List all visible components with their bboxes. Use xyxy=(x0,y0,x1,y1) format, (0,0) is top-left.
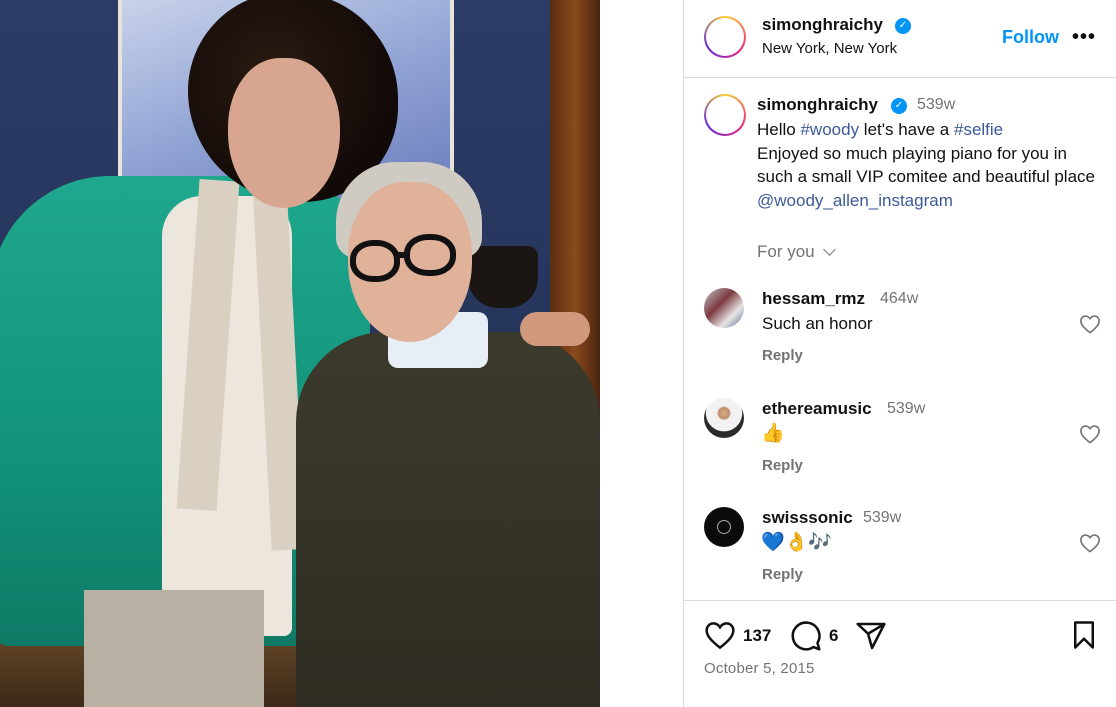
mention-woody-allen[interactable]: @woody_allen_instagram xyxy=(757,191,953,210)
caption-age[interactable]: 539w xyxy=(917,96,955,114)
hashtag-selfie[interactable]: #selfie xyxy=(954,120,1003,139)
comment-age[interactable]: 539w xyxy=(887,400,925,418)
person-left-hand xyxy=(520,312,590,346)
caption-author-username[interactable]: simonghraichy xyxy=(757,95,878,115)
hashtag-woody[interactable]: #woody xyxy=(800,120,859,139)
like-heart-icon[interactable] xyxy=(704,620,736,650)
commenter-avatar[interactable] xyxy=(704,398,744,438)
comment-text: 💙👌🎶 xyxy=(761,532,832,553)
comment-text: 👍 xyxy=(761,423,785,444)
like-comment-heart-icon[interactable] xyxy=(1079,533,1101,553)
comment-username[interactable]: ethereamusic xyxy=(762,399,872,419)
comment-text: Such an honor xyxy=(762,314,873,333)
caption-line1-mid: let's have a xyxy=(859,120,954,139)
caption-author-avatar[interactable] xyxy=(704,94,746,136)
caption-body: Enjoyed so much playing piano for you in… xyxy=(757,143,1095,187)
glasses-bridge xyxy=(396,252,408,258)
verified-badge-icon: ✓ xyxy=(891,98,907,114)
instagram-post-view: simonghraichy ✓ New York, New York Follo… xyxy=(0,0,1116,707)
author-username[interactable]: simonghraichy xyxy=(762,15,883,35)
for-you-dropdown[interactable]: For you xyxy=(757,242,836,262)
share-icon[interactable] xyxy=(855,620,887,652)
comment-age[interactable]: 464w xyxy=(880,290,918,308)
for-you-label: For you xyxy=(757,242,815,261)
author-avatar[interactable] xyxy=(704,16,746,58)
comment-count[interactable]: 6 xyxy=(829,626,838,646)
chevron-down-icon xyxy=(822,243,836,256)
more-options-icon[interactable]: ••• xyxy=(1072,26,1096,49)
brand-logo-icon xyxy=(717,520,731,534)
person-left-face xyxy=(228,58,340,208)
reply-button[interactable]: Reply xyxy=(762,347,803,364)
comment-age[interactable]: 539w xyxy=(863,509,901,527)
commenter-avatar[interactable] xyxy=(704,507,744,547)
verified-badge-icon: ✓ xyxy=(895,18,911,34)
like-comment-heart-icon[interactable] xyxy=(1079,424,1101,444)
reply-button[interactable]: Reply xyxy=(762,566,803,583)
person-left-pants xyxy=(84,590,264,707)
post-photo[interactable] xyxy=(0,0,600,707)
person-right-sweater xyxy=(296,332,600,707)
glasses-right-lens xyxy=(404,234,456,276)
comment-icon[interactable] xyxy=(790,620,822,652)
follow-button[interactable]: Follow xyxy=(1002,27,1059,48)
save-bookmark-icon[interactable] xyxy=(1070,620,1098,650)
post-location[interactable]: New York, New York xyxy=(762,40,897,57)
header-divider xyxy=(683,77,1116,78)
like-comment-heart-icon[interactable] xyxy=(1079,314,1101,334)
caption-text: Hello #woody let's have a #selfie Enjoye… xyxy=(757,118,1107,212)
comment-username[interactable]: hessam_rmz xyxy=(762,289,865,309)
commenter-avatar[interactable] xyxy=(704,288,744,328)
glasses-left-lens xyxy=(350,240,400,282)
comment-username[interactable]: swisssonic xyxy=(762,508,853,528)
reply-button[interactable]: Reply xyxy=(762,457,803,474)
caption-greeting: Hello xyxy=(757,120,801,139)
post-date[interactable]: October 5, 2015 xyxy=(704,660,815,677)
like-count[interactable]: 137 xyxy=(743,626,771,646)
photo-urn xyxy=(468,246,538,308)
actions-divider xyxy=(683,600,1116,601)
